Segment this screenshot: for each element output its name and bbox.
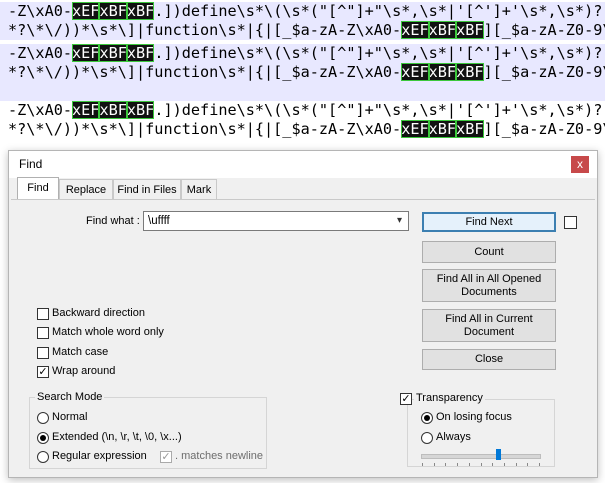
- find-what-label: Find what :: [86, 215, 140, 227]
- editor-token: xBF: [126, 2, 155, 20]
- find-next-button[interactable]: Find Next: [422, 212, 556, 232]
- editor-text: *?\*\/))*\s*\]|function\s*|{|[_$a-zA-Z\x…: [8, 21, 402, 39]
- editor-line: -Z\xA0-xEFxBFxBF.])define\s*\(\s*("[^"]+…: [0, 44, 605, 63]
- editor-line: *?\*\/))*\s*\]|function\s*|{|[_$a-zA-Z\x…: [0, 21, 605, 40]
- slider-tick: [503, 463, 505, 466]
- dialog-title: Find: [19, 157, 43, 171]
- editor-token: xEF: [401, 21, 429, 39]
- find-all-current-label-1: Find All in Current: [445, 312, 533, 325]
- editor-token: xBF: [99, 2, 127, 20]
- editor-line: *?\*\/))*\s*\]|function\s*|{|[_$a-zA-Z\x…: [0, 63, 605, 82]
- editor-line: *?\*\/))*\s*\]|function\s*|{|[_$a-zA-Z\x…: [8, 120, 605, 139]
- slider-tick: [433, 463, 435, 466]
- slider-tick: [539, 463, 540, 466]
- slider-tick: [457, 463, 459, 466]
- find-what-input[interactable]: [143, 211, 409, 231]
- editor-token: xBF: [428, 120, 457, 138]
- editor-token: xBF: [99, 101, 127, 119]
- editor-text: *?\*\/))*\s*\]|function\s*|{|[_$a-zA-Z\x…: [8, 63, 402, 81]
- match-case-checkbox[interactable]: [37, 347, 49, 359]
- editor-text: .])define\s*\(\s*("[^"]+"\s*,\s*|'[^']+'…: [154, 101, 605, 119]
- on-losing-focus-radio[interactable]: [421, 412, 433, 424]
- extended-radio[interactable]: [37, 432, 49, 444]
- editor-text: -Z\xA0-: [8, 101, 73, 119]
- find-all-current-label-2: Document: [463, 325, 515, 338]
- transparency-checkbox[interactable]: ✓: [400, 393, 412, 405]
- editor-token: xEF: [401, 63, 429, 81]
- slider-tick: [445, 463, 447, 466]
- editor-token: xBF: [456, 21, 484, 39]
- matches-newline-checkbox[interactable]: ✓: [160, 451, 172, 463]
- close-icon[interactable]: x: [571, 156, 589, 173]
- regex-radio[interactable]: [37, 451, 49, 463]
- editor-line: -Z\xA0-xEFxBFxBF.])define\s*\(\s*("[^"]+…: [0, 2, 605, 21]
- editor-text: -Z\xA0-: [8, 44, 73, 62]
- editor-token: xBF: [126, 101, 155, 119]
- tab-replace[interactable]: Replace: [59, 179, 113, 199]
- editor-token: xEF: [72, 101, 100, 119]
- normal-label: Normal: [52, 411, 88, 423]
- tab-find[interactable]: Find: [17, 177, 59, 200]
- find-all-current-button[interactable]: Find All in Current Document: [422, 309, 556, 342]
- match-case-label: Match case: [52, 346, 109, 358]
- normal-radio[interactable]: [37, 412, 49, 424]
- slider-tick: [422, 463, 423, 466]
- backward-direction-checkbox[interactable]: [37, 308, 49, 320]
- editor-token: xBF: [428, 63, 457, 81]
- editor-token: xBF: [126, 44, 155, 62]
- always-label: Always: [436, 431, 471, 443]
- on-losing-focus-label: On losing focus: [436, 411, 512, 423]
- editor-token: xEF: [401, 120, 429, 138]
- editor-token: xEF: [72, 2, 100, 20]
- backward-direction-label: Backward direction: [52, 307, 145, 319]
- matches-newline-label: . matches newline: [175, 450, 264, 462]
- slider-tick: [515, 463, 517, 466]
- slider-tick: [527, 463, 529, 466]
- find-all-opened-label-1: Find All in All Opened: [436, 272, 542, 285]
- tab-find-in-files[interactable]: Find in Files: [113, 179, 181, 199]
- tab-mark[interactable]: Mark: [181, 179, 217, 199]
- wrap-around-label: Wrap around: [52, 365, 116, 377]
- wrap-around-checkbox[interactable]: ✓: [37, 366, 49, 378]
- editor-token: xBF: [99, 44, 127, 62]
- always-radio[interactable]: [421, 432, 433, 444]
- editor-text: ][_$a-zA-Z0-9\xA0-: [483, 120, 605, 138]
- find-all-opened-label-2: Documents: [461, 285, 517, 298]
- chevron-down-icon[interactable]: ▾: [391, 212, 408, 230]
- count-button[interactable]: Count: [422, 241, 556, 263]
- editor-text: -Z\xA0-: [8, 2, 73, 20]
- slider-tick: [480, 463, 482, 466]
- transparency-title: Transparency: [414, 392, 485, 404]
- editor-blank-line: [0, 82, 605, 101]
- dialog-titlebar[interactable]: Find x: [9, 151, 597, 178]
- regex-label: Regular expression: [52, 450, 147, 462]
- transparency-slider-thumb[interactable]: [496, 449, 501, 460]
- editor-token: xBF: [456, 120, 484, 138]
- editor-line: -Z\xA0-xEFxBFxBF.])define\s*\(\s*("[^"]+…: [8, 101, 605, 120]
- match-whole-word-checkbox[interactable]: [37, 327, 49, 339]
- find-dialog: Find x Find Replace Find in Files Mark F…: [8, 150, 598, 478]
- editor-text: .])define\s*\(\s*("[^"]+"\s*,\s*|'[^']+'…: [154, 2, 605, 20]
- slider-tick: [468, 463, 470, 466]
- transparency-slider-track[interactable]: [421, 454, 541, 459]
- extended-label: Extended (\n, \r, \t, \0, \x...): [52, 431, 182, 443]
- tab-panel-border: [11, 199, 595, 200]
- editor-token: xBF: [428, 21, 457, 39]
- match-whole-word-label: Match whole word only: [52, 326, 164, 338]
- editor-token: xEF: [72, 44, 100, 62]
- find-next-extra-checkbox[interactable]: [564, 216, 577, 229]
- close-button[interactable]: Close: [422, 349, 556, 370]
- editor-text: ][_$a-zA-Z0-9\xA0-: [483, 21, 605, 39]
- slider-tick: [492, 463, 494, 466]
- find-all-opened-button[interactable]: Find All in All Opened Documents: [422, 269, 556, 302]
- editor-text: ][_$a-zA-Z0-9\xA0-: [483, 63, 605, 81]
- editor-token: xBF: [456, 63, 484, 81]
- editor-text: *?\*\/))*\s*\]|function\s*|{|[_$a-zA-Z\x…: [8, 120, 402, 138]
- editor-text: .])define\s*\(\s*("[^"]+"\s*,\s*|'[^']+'…: [154, 44, 605, 62]
- editor-background: -Z\xA0-xEFxBFxBF.])define\s*\(\s*("[^"]+…: [0, 0, 605, 150]
- search-mode-title: Search Mode: [35, 391, 105, 403]
